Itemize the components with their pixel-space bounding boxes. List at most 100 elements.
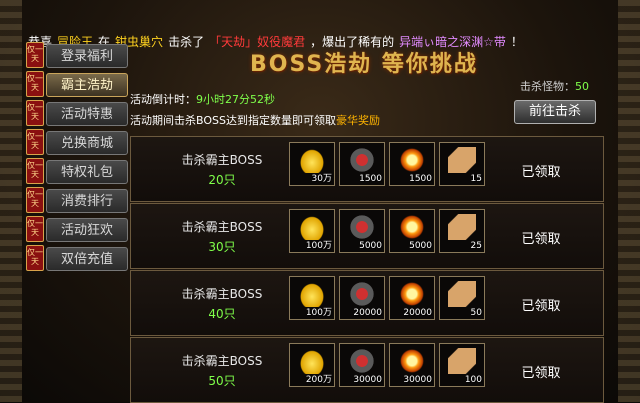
- task-label: 击杀霸主BOSS: [181, 287, 263, 301]
- reward-slot[interactable]: 15: [439, 142, 485, 186]
- reward-quantity: 50: [470, 308, 482, 318]
- reward-quantity: 30000: [353, 375, 382, 385]
- reward-slot[interactable]: 100: [439, 343, 485, 387]
- task-count: 20只: [208, 173, 236, 187]
- gold-ingot-icon: [298, 214, 326, 240]
- claim-status: 已领取: [521, 366, 561, 381]
- claim-status: 已领取: [521, 232, 561, 247]
- reward-slot[interactable]: 20000: [389, 276, 435, 320]
- reward-slot[interactable]: 25: [439, 209, 485, 253]
- reward-quantity: 200万: [305, 375, 332, 385]
- sidebar-tab[interactable]: 仅一天 消费排行: [22, 187, 130, 215]
- countdown-value: 9小时27分52秒: [196, 93, 275, 106]
- reward-quantity: 20000: [403, 308, 432, 318]
- sidebar-tab[interactable]: 仅一天 活动狂欢: [22, 216, 130, 244]
- reward-slot[interactable]: 5000: [339, 209, 385, 253]
- medal-icon: [348, 214, 376, 240]
- sidebar-tab[interactable]: 仅一天 活动特惠: [22, 100, 130, 128]
- sidebar-tab-label: 登录福利: [46, 44, 128, 68]
- limited-tag: 仅一天: [26, 71, 44, 97]
- sidebar-tab[interactable]: 仅一天 特权礼包: [22, 158, 130, 186]
- limited-tag: 仅一天: [26, 187, 44, 213]
- reward-quantity: 5000: [409, 241, 432, 251]
- task-count: 30只: [208, 240, 236, 254]
- reward-row: 击杀霸主BOSS 20只 30万 1500 1500 15 已领取: [130, 136, 604, 202]
- right-dragon-border: [618, 0, 640, 402]
- reward-quantity: 30万: [311, 174, 332, 184]
- limited-tag: 仅一天: [26, 245, 44, 271]
- reward-quantity: 100万: [305, 308, 332, 318]
- kill-count-label: 击杀怪物：: [520, 80, 575, 93]
- gem-icon: [398, 147, 426, 173]
- sidebar-tab-label: 消费排行: [46, 189, 128, 213]
- go-kill-button[interactable]: 前往击杀: [514, 100, 596, 124]
- limited-tag: 仅一天: [26, 158, 44, 184]
- medal-icon: [348, 147, 376, 173]
- scroll-icon: [448, 281, 476, 307]
- reward-slot[interactable]: 20000: [339, 276, 385, 320]
- sidebar-tab[interactable]: 仅一天 双倍充值: [22, 245, 130, 273]
- reward-quantity: 100万: [305, 241, 332, 251]
- reward-row: 击杀霸主BOSS 40只 100万 20000 20000 50 已领取: [130, 270, 604, 336]
- reward-slot[interactable]: 30000: [389, 343, 435, 387]
- reward-slot[interactable]: 1500: [339, 142, 385, 186]
- claim-status: 已领取: [521, 165, 561, 180]
- reward-quantity: 20000: [353, 308, 382, 318]
- event-info-text: 活动期间击杀BOSS达到指定数量即可领取: [130, 114, 336, 127]
- reward-quantity: 25: [470, 241, 482, 251]
- gem-icon: [398, 348, 426, 374]
- limited-tag: 仅一天: [26, 129, 44, 155]
- task-count: 50只: [208, 374, 236, 388]
- reward-quantity: 100: [464, 375, 482, 385]
- sidebar-tab[interactable]: 仅一天 霸主浩劫: [22, 71, 130, 99]
- game-panel: 恭喜冒险王在钳虫巢穴击杀了「天劫」奴役魔君，爆出了稀有的异端ぃ暗之深渊☆带！ 仅…: [0, 0, 640, 403]
- main-panel: BOSS浩劫 等你挑战 击杀怪物：50 活动倒计时：9小时27分52秒 活动期间…: [130, 42, 620, 403]
- boss-banner: BOSS浩劫 等你挑战: [250, 52, 478, 77]
- reward-quantity: 5000: [359, 241, 382, 251]
- kill-count: 击杀怪物：50: [520, 78, 589, 94]
- reward-row: 击杀霸主BOSS 50只 200万 30000 30000 100 已领取: [130, 337, 604, 403]
- reward-slot[interactable]: 200万: [289, 343, 335, 387]
- reward-slot[interactable]: 100万: [289, 276, 335, 320]
- reward-slot[interactable]: 30万: [289, 142, 335, 186]
- sidebar-tab-label: 双倍充值: [46, 247, 128, 271]
- event-info: 活动期间击杀BOSS达到指定数量即可领取豪华奖励: [130, 112, 380, 128]
- sidebar-tab-label: 活动特惠: [46, 102, 128, 126]
- reward-slot[interactable]: 100万: [289, 209, 335, 253]
- gold-ingot-icon: [298, 147, 326, 173]
- reward-quantity: 1500: [359, 174, 382, 184]
- sidebar-tab-label: 活动狂欢: [46, 218, 128, 242]
- reward-slot[interactable]: 30000: [339, 343, 385, 387]
- task-count: 40只: [208, 307, 236, 321]
- limited-tag: 仅一天: [26, 100, 44, 126]
- scroll-icon: [448, 348, 476, 374]
- countdown: 活动倒计时：9小时27分52秒: [130, 91, 275, 107]
- reward-quantity: 1500: [409, 174, 432, 184]
- task-label: 击杀霸主BOSS: [181, 220, 263, 234]
- countdown-label: 活动倒计时：: [130, 93, 196, 106]
- scroll-icon: [448, 147, 476, 173]
- task-label: 击杀霸主BOSS: [181, 354, 263, 368]
- reward-slot[interactable]: 50: [439, 276, 485, 320]
- scroll-icon: [448, 214, 476, 240]
- left-dragon-border: [0, 0, 22, 402]
- sidebar-tab-label: 特权礼包: [46, 160, 128, 184]
- claim-status: 已领取: [521, 299, 561, 314]
- reward-quantity: 30000: [403, 375, 432, 385]
- medal-icon: [348, 281, 376, 307]
- event-info-highlight: 豪华奖励: [335, 114, 380, 127]
- reward-row: 击杀霸主BOSS 30只 100万 5000 5000 25 已领取: [130, 203, 604, 269]
- kill-count-value: 50: [575, 80, 589, 93]
- activity-sidebar: 仅一天 登录福利 仅一天 霸主浩劫 仅一天 活动特惠 仅一天 兑换商城 仅一天 特权礼包 仅一天 消费…: [22, 42, 130, 342]
- gem-icon: [398, 214, 426, 240]
- reward-slot[interactable]: 5000: [389, 209, 435, 253]
- reward-slot[interactable]: 1500: [389, 142, 435, 186]
- gold-ingot-icon: [298, 281, 326, 307]
- sidebar-tab[interactable]: 仅一天 兑换商城: [22, 129, 130, 157]
- sidebar-tab-label: 兑换商城: [46, 131, 128, 155]
- reward-quantity: 15: [470, 174, 482, 184]
- limited-tag: 仅一天: [26, 216, 44, 242]
- limited-tag: 仅一天: [26, 42, 44, 68]
- sidebar-tab[interactable]: 仅一天 登录福利: [22, 42, 130, 70]
- gold-ingot-icon: [298, 348, 326, 374]
